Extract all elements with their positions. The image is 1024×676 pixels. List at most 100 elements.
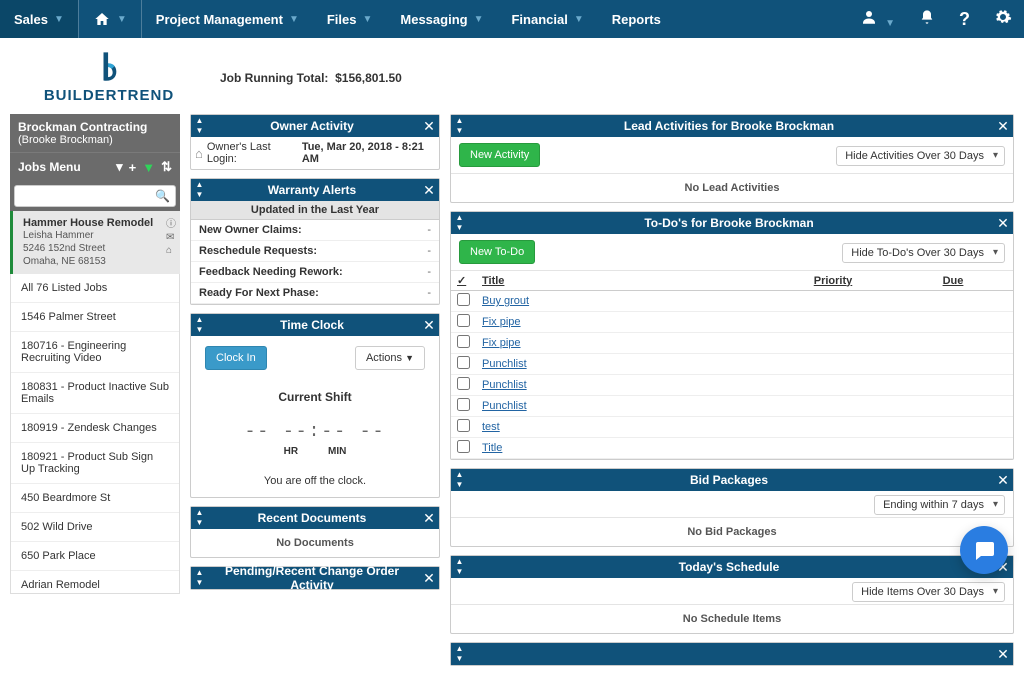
todo-link[interactable]: Fix pipe xyxy=(482,337,521,349)
sort-icon[interactable]: ⇅ xyxy=(161,159,172,175)
drag-handle-icon[interactable]: ▲▼ xyxy=(191,314,205,336)
todo-link[interactable]: Punchlist xyxy=(482,400,527,412)
panel-title: Time Clock xyxy=(205,318,419,332)
panel-title: Owner Activity xyxy=(205,119,419,133)
nav-files[interactable]: Files▼ xyxy=(313,0,387,38)
todo-link[interactable]: Punchlist xyxy=(482,358,527,370)
help[interactable]: ? xyxy=(947,9,982,30)
bell-icon xyxy=(919,9,935,25)
job-list: All 76 Listed Jobs1546 Palmer Street1807… xyxy=(10,274,180,594)
todo-checkbox[interactable] xyxy=(457,314,470,327)
job-list-item[interactable]: 450 Beardmore St xyxy=(11,484,179,513)
drag-handle-icon[interactable]: ▲▼ xyxy=(451,212,465,234)
filter-icon[interactable]: ▼ xyxy=(142,160,155,175)
close-icon[interactable]: ✕ xyxy=(419,118,439,135)
caret-down-icon: ▼ xyxy=(362,14,372,25)
caret-down-icon: ▼ xyxy=(474,14,484,25)
selected-job[interactable]: Hammer House Remodel Leisha Hammer 5246 … xyxy=(10,211,180,274)
notifications[interactable] xyxy=(907,9,947,30)
caret-down-icon: ▼ xyxy=(405,353,414,363)
drag-handle-icon[interactable]: ▲▼ xyxy=(451,469,465,491)
job-list-item[interactable]: 180831 - Product Inactive Sub Emails xyxy=(11,373,179,414)
job-list-item[interactable]: 180716 - Engineering Recruiting Video xyxy=(11,332,179,373)
home-icon: ⌂ xyxy=(195,146,203,161)
job-list-item[interactable]: All 76 Listed Jobs xyxy=(11,274,179,303)
job-list-item[interactable]: 180919 - Zendesk Changes xyxy=(11,414,179,443)
todo-row: Title xyxy=(451,438,1013,459)
user-menu[interactable]: ▼ xyxy=(848,8,907,31)
new-todo-button[interactable]: New To-Do xyxy=(459,240,535,264)
jobs-menu-toggle[interactable]: Jobs Menu ▾ + ▼ ⇅ xyxy=(10,152,180,181)
panel-bid-packages: ▲▼Bid Packages✕ Ending within 7 days No … xyxy=(450,468,1014,547)
drag-handle-icon[interactable]: ▲▼ xyxy=(191,567,205,589)
drag-handle-icon[interactable]: ▲▼ xyxy=(191,179,205,201)
close-icon[interactable]: ✕ xyxy=(419,570,439,587)
drag-handle-icon[interactable]: ▲▼ xyxy=(451,643,465,665)
job-list-item[interactable]: 180921 - Product Sub Sign Up Tracking xyxy=(11,443,179,484)
job-list-item[interactable]: Adrian Remodel xyxy=(11,571,179,594)
panel-time-clock: ▲▼Time Clock✕ Clock In Actions ▼ Current… xyxy=(190,313,440,498)
close-icon[interactable]: ✕ xyxy=(993,472,1013,489)
todo-link[interactable]: test xyxy=(482,421,500,433)
current-shift-label: Current Shift xyxy=(201,390,429,404)
job-list-item[interactable]: 502 Wild Drive xyxy=(11,513,179,542)
todo-title-header[interactable]: Title xyxy=(476,271,773,291)
panel-title: Lead Activities for Brooke Brockman xyxy=(465,119,993,133)
todo-checkbox[interactable] xyxy=(457,356,470,369)
caret-down-icon: ▼ xyxy=(54,14,64,25)
close-icon[interactable]: ✕ xyxy=(419,182,439,199)
todo-filter-select[interactable]: Hide To-Do's Over 30 Days xyxy=(842,243,1005,263)
nav-financial[interactable]: Financial▼ xyxy=(497,0,597,38)
todo-checkbox[interactable] xyxy=(457,440,470,453)
home-icon[interactable]: ⌂ xyxy=(166,245,176,256)
lead-filter-select[interactable]: Hide Activities Over 30 Days xyxy=(836,146,1005,166)
close-icon[interactable]: ✕ xyxy=(993,118,1013,135)
drag-handle-icon[interactable]: ▲▼ xyxy=(451,556,465,578)
close-icon[interactable]: ✕ xyxy=(419,510,439,527)
clock-in-button[interactable]: Clock In xyxy=(205,346,267,370)
todo-checkbox[interactable] xyxy=(457,419,470,432)
bid-filter-select[interactable]: Ending within 7 days xyxy=(874,495,1005,515)
todo-row: Punchlist xyxy=(451,354,1013,375)
actions-button[interactable]: Actions ▼ xyxy=(355,346,425,370)
drag-handle-icon[interactable]: ▲▼ xyxy=(451,115,465,137)
job-list-item[interactable]: 1546 Palmer Street xyxy=(11,303,179,332)
caret-down-icon: ▼ xyxy=(885,18,895,29)
chat-button[interactable] xyxy=(960,526,1008,574)
todo-link[interactable]: Fix pipe xyxy=(482,316,521,328)
warranty-row: New Owner Claims:- xyxy=(191,220,439,241)
close-icon[interactable]: ✕ xyxy=(993,215,1013,232)
todo-checkbox[interactable] xyxy=(457,293,470,306)
nav-reports[interactable]: Reports xyxy=(598,0,675,38)
schedule-filter-select[interactable]: Hide Items Over 30 Days xyxy=(852,582,1005,602)
new-activity-button[interactable]: New Activity xyxy=(459,143,540,167)
todo-link[interactable]: Punchlist xyxy=(482,379,527,391)
close-icon[interactable]: ✕ xyxy=(419,317,439,334)
settings[interactable] xyxy=(982,8,1024,31)
todo-checkbox[interactable] xyxy=(457,335,470,348)
job-list-item[interactable]: 650 Park Place xyxy=(11,542,179,571)
nav-project-management[interactable]: Project Management▼ xyxy=(142,0,313,38)
chat-icon xyxy=(972,538,996,562)
todo-link[interactable]: Buy grout xyxy=(482,295,529,307)
nav-home[interactable]: ▼ xyxy=(79,0,141,38)
drag-handle-icon[interactable]: ▲▼ xyxy=(191,507,205,529)
clock-digits: -- --:-- -- xyxy=(201,422,429,442)
todo-checkbox[interactable] xyxy=(457,398,470,411)
todo-due-header[interactable]: Due xyxy=(893,271,1013,291)
job-search-input[interactable] xyxy=(14,185,176,207)
todo-link[interactable]: Title xyxy=(482,442,502,454)
todo-checkbox[interactable] xyxy=(457,377,470,390)
todo-priority-header[interactable]: Priority xyxy=(773,271,893,291)
nav-messaging[interactable]: Messaging▼ xyxy=(386,0,497,38)
close-icon[interactable]: ✕ xyxy=(993,646,1013,663)
drag-handle-icon[interactable]: ▲▼ xyxy=(191,115,205,137)
nav-sales[interactable]: Sales▼ xyxy=(0,0,78,38)
info-icon[interactable]: ⓘ xyxy=(166,215,176,230)
caret-down-icon: ▾ xyxy=(116,159,123,175)
panel-owner-activity: ▲▼Owner Activity✕ ⌂ Owner's Last Login: … xyxy=(190,114,440,170)
mail-icon[interactable]: ✉ xyxy=(166,232,176,243)
no-lead-activities-message: No Lead Activities xyxy=(451,174,1013,202)
panel-change-order: ▲▼Pending/Recent Change Order Activity✕ xyxy=(190,566,440,590)
add-icon[interactable]: + xyxy=(129,160,137,175)
